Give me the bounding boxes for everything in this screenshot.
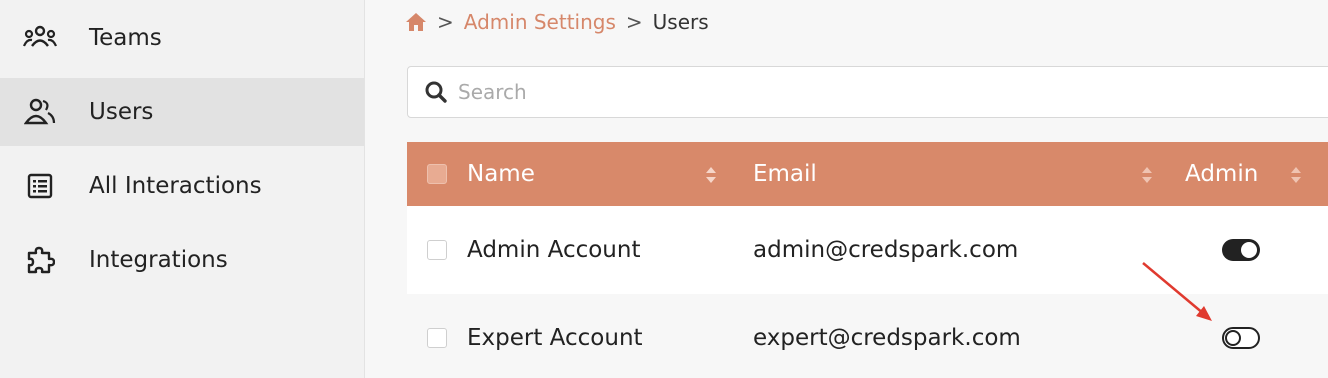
column-header-name[interactable]: Name <box>467 142 535 206</box>
breadcrumb-separator: > <box>625 10 643 34</box>
toggle-knob <box>1241 242 1257 258</box>
search-icon <box>425 81 447 103</box>
sidebar-item-users[interactable]: Users <box>0 78 364 146</box>
search-box <box>407 66 1328 118</box>
sort-icon[interactable] <box>1141 166 1153 184</box>
sidebar-item-teams[interactable]: Teams <box>0 4 364 72</box>
sidebar-item-label: Integrations <box>89 247 228 273</box>
sort-icon[interactable] <box>1290 166 1302 184</box>
row-checkbox[interactable] <box>427 240 447 260</box>
breadcrumb-admin-settings-link[interactable]: Admin Settings <box>464 10 616 34</box>
sidebar: Teams Users All Interactions Integration… <box>0 0 365 378</box>
breadcrumb-current: Users <box>652 10 709 34</box>
sidebar-item-label: Teams <box>89 25 162 51</box>
admin-toggle[interactable] <box>1222 239 1260 261</box>
teams-icon <box>22 20 58 56</box>
toggle-knob <box>1225 330 1241 346</box>
user-name: Admin Account <box>467 237 641 263</box>
user-email: admin@credspark.com <box>753 237 1019 263</box>
user-email: expert@credspark.com <box>753 325 1021 351</box>
sidebar-item-integrations[interactable]: Integrations <box>0 226 364 294</box>
sidebar-item-all-interactions[interactable]: All Interactions <box>0 152 364 220</box>
sort-icon[interactable] <box>705 166 717 184</box>
search-input[interactable] <box>458 77 1058 107</box>
admin-toggle[interactable] <box>1222 327 1260 349</box>
sidebar-item-label: Users <box>89 99 154 125</box>
annotation-arrow-icon <box>1142 262 1212 321</box>
breadcrumb: > Admin Settings > Users <box>405 6 709 38</box>
table-header: Name Email Admin <box>407 142 1328 206</box>
sidebar-item-label: All Interactions <box>89 173 262 199</box>
select-all-checkbox[interactable] <box>427 164 447 184</box>
user-name: Expert Account <box>467 325 643 351</box>
home-icon[interactable] <box>405 12 427 32</box>
row-checkbox[interactable] <box>427 328 447 348</box>
breadcrumb-separator: > <box>437 10 454 34</box>
users-icon <box>22 94 58 130</box>
column-header-admin[interactable]: Admin <box>1185 142 1258 206</box>
column-header-email[interactable]: Email <box>753 142 817 206</box>
list-icon <box>22 168 58 204</box>
puzzle-icon <box>22 242 58 278</box>
